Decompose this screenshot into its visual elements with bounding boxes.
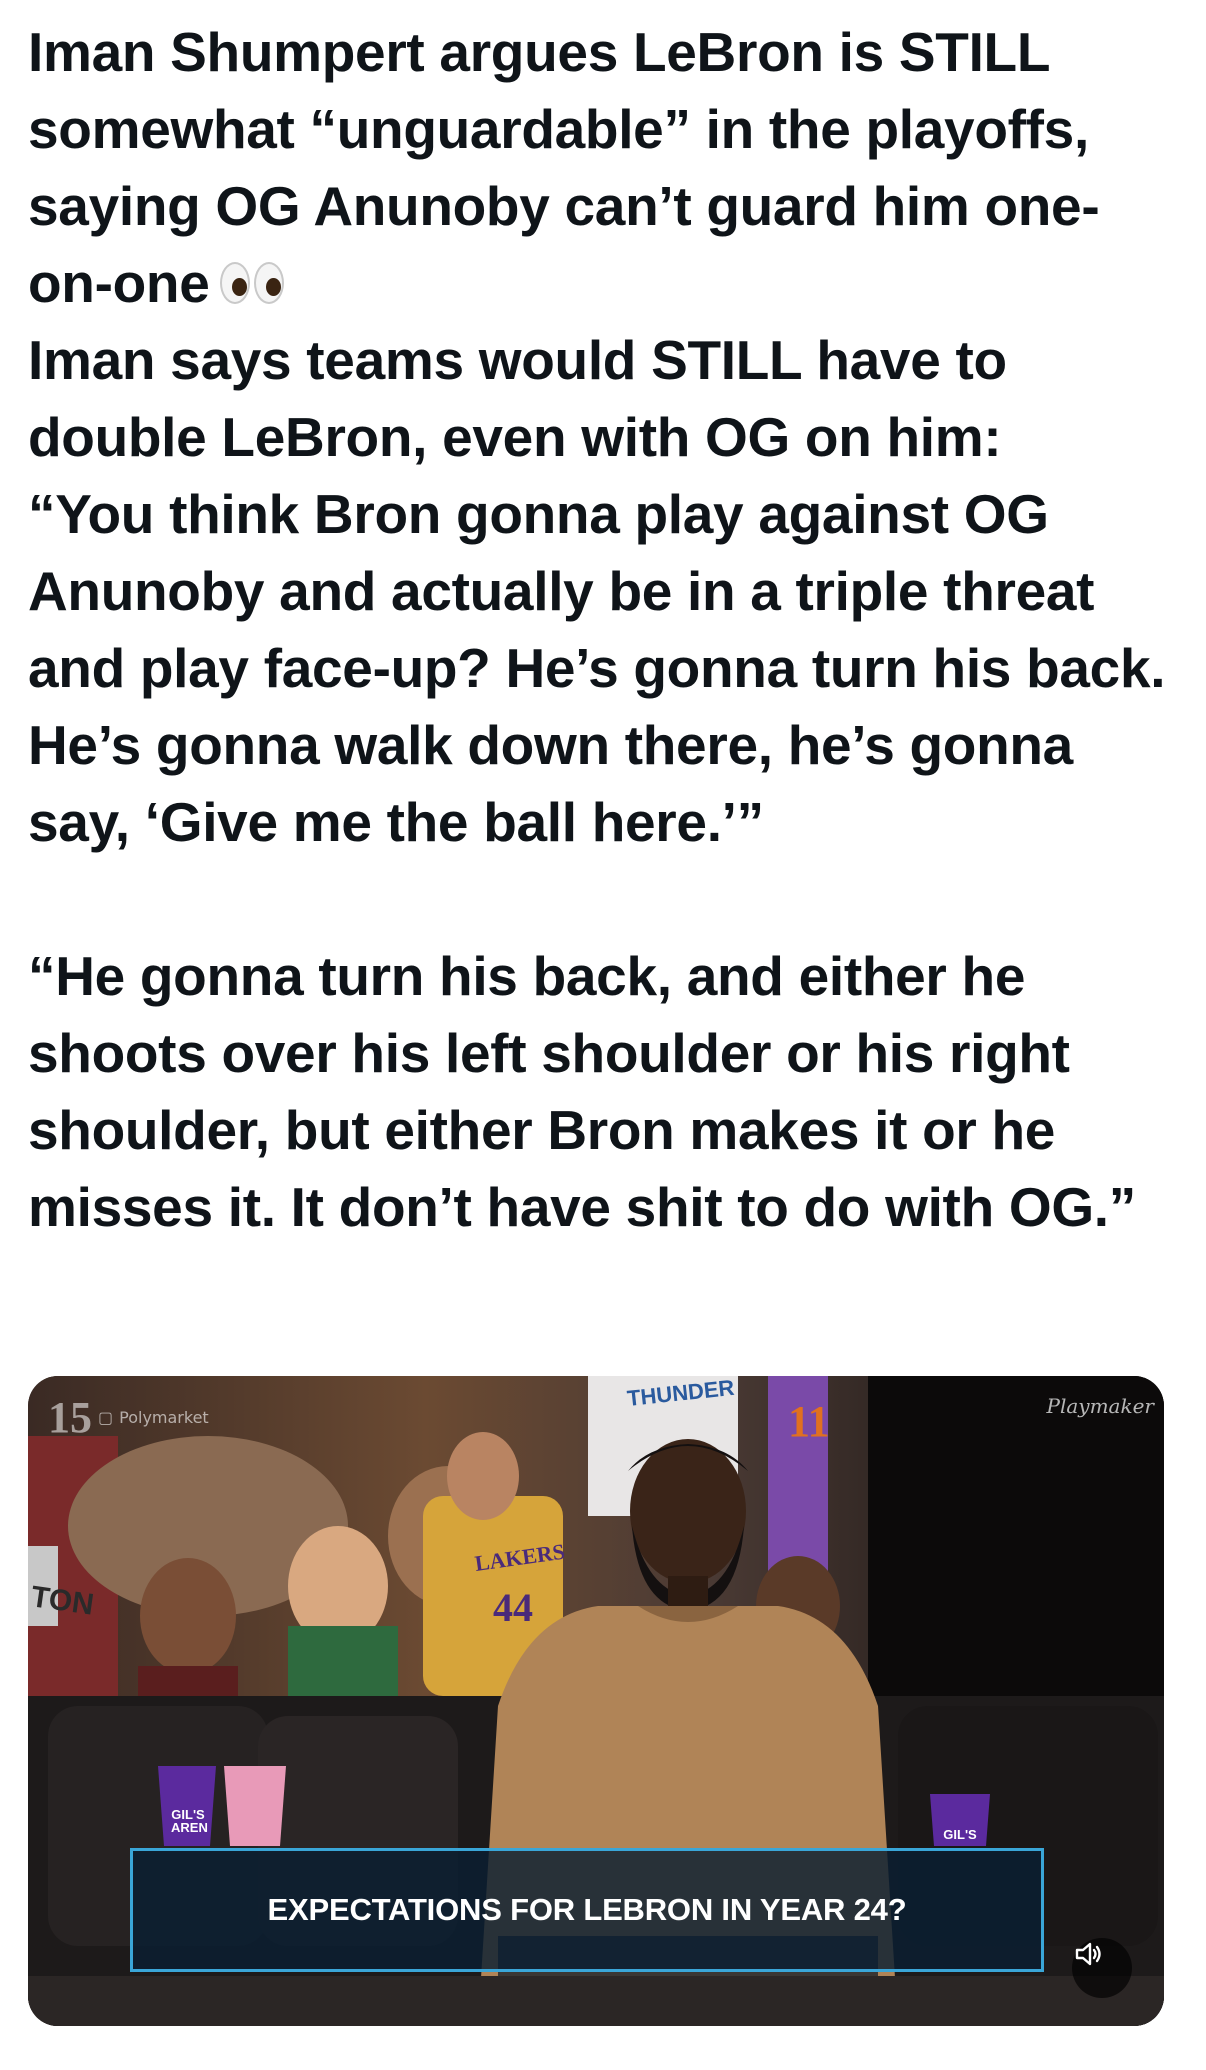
- playmaker-watermark: Playmaker: [1046, 1394, 1154, 1418]
- polymarket-logo-icon: ▢: [98, 1408, 114, 1427]
- polymarket-watermark: 15 ▢ Polymarket: [48, 1392, 209, 1443]
- watermark-number: 15: [48, 1393, 92, 1442]
- jersey-number-text: 44: [493, 1585, 533, 1630]
- tweet-quote-1: “You think Bron gonna play against OG An…: [28, 483, 1166, 853]
- video-banner: EXPECTATIONS FOR LEBRON IN YEAR 24?: [130, 1848, 1044, 1972]
- tweet-text: Iman Shumpert argues LeBron is STILL som…: [28, 14, 1178, 1246]
- speaker-icon: [1075, 1942, 1101, 1966]
- mute-toggle-button[interactable]: [1072, 1938, 1132, 1998]
- watermark-brand: Polymarket: [119, 1408, 209, 1427]
- video-player[interactable]: TON LAKERS 44 THUNDER 11 GIL'S AREN GIL'…: [28, 1376, 1164, 2026]
- cup-right-label: GIL'S: [943, 1827, 977, 1842]
- eyes-emoji-icon: [219, 262, 286, 306]
- cup-left-label: GIL'S AREN: [171, 1807, 208, 1835]
- tweet-paragraph-2: Iman says teams would STILL have to doub…: [28, 329, 1007, 468]
- jersey-top-number-text: 11: [788, 1397, 830, 1446]
- video-banner-text: EXPECTATIONS FOR LEBRON IN YEAR 24?: [267, 1892, 907, 1927]
- tweet-quote-2: “He gonna turn his back, and either he s…: [28, 945, 1136, 1238]
- tweet-paragraph-1: Iman Shumpert argues LeBron is STILL som…: [28, 21, 1100, 314]
